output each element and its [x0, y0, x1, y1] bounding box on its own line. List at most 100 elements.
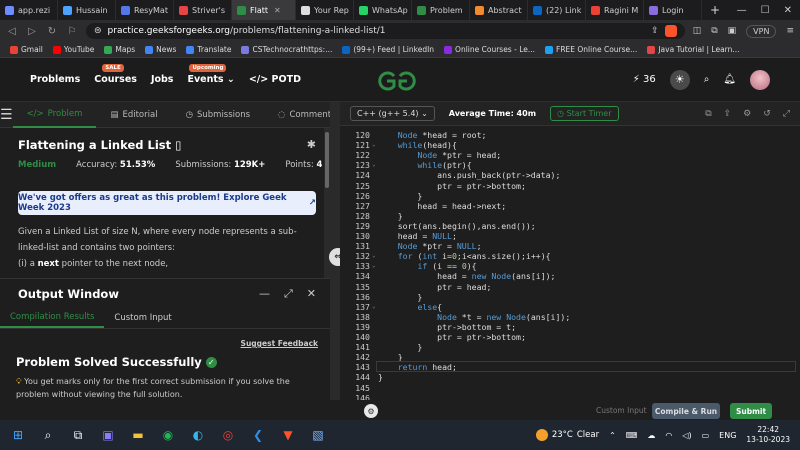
browser-tab[interactable]: Problem: [412, 0, 470, 20]
tab-compilation-results[interactable]: Compilation Results: [0, 307, 105, 328]
new-tab-button[interactable]: +: [702, 3, 728, 17]
minimize-icon[interactable]: —: [259, 287, 270, 301]
browser-tab[interactable]: Your Rep: [296, 0, 354, 20]
theme-toggle-icon[interactable]: ☀: [669, 69, 690, 90]
avatar[interactable]: [750, 69, 770, 90]
nav-courses[interactable]: SALE Courses: [94, 64, 137, 85]
copy-icon[interactable]: ⧉: [705, 109, 711, 119]
vscode-icon[interactable]: ❮: [250, 427, 266, 443]
back-icon[interactable]: ◁: [6, 26, 18, 37]
folder-icon[interactable]: ▬: [130, 427, 146, 443]
forward-icon[interactable]: ▷: [26, 26, 38, 37]
volume-icon[interactable]: ◁): [682, 431, 691, 440]
browser-tab[interactable]: Hussain: [58, 0, 116, 20]
bookmark-item[interactable]: CSTechnocrathttps:...: [241, 45, 332, 54]
chrome-icon[interactable]: ◎: [220, 427, 236, 443]
scrollbar-thumb[interactable]: [325, 132, 329, 188]
settings-icon[interactable]: ⚙: [743, 109, 751, 119]
fold-chevron-icon[interactable]: ⌄: [372, 252, 376, 259]
compile-run-button[interactable]: Compile & Run: [652, 403, 720, 419]
browser-tab[interactable]: WhatsAp: [354, 0, 412, 20]
search-icon[interactable]: ⌕: [40, 427, 56, 443]
bookmark-item[interactable]: FREE Online Course...: [545, 45, 637, 54]
bookmark-icon[interactable]: ⚐: [66, 26, 78, 37]
fold-chevron-icon[interactable]: ⌄: [372, 161, 376, 168]
language-select[interactable]: C++ (g++ 5.4) ⌄: [350, 106, 435, 121]
video-call-icon[interactable]: ▣: [100, 427, 116, 443]
browser-tab[interactable]: Abstract: [470, 0, 528, 20]
bookmark-item[interactable]: (99+) Feed | LinkedIn: [342, 45, 434, 54]
bookmark-item[interactable]: Online Courses - Le...: [444, 45, 535, 54]
reload-icon[interactable]: ↻: [46, 26, 58, 37]
close-window-icon[interactable]: ✕: [784, 5, 792, 16]
start-timer-button[interactable]: ◷ Start Timer: [550, 106, 619, 121]
code-area[interactable]: 120 Node *head = root; 121 ⌄ while(head){1…: [340, 128, 800, 403]
site-info-icon[interactable]: ⊜: [94, 26, 102, 36]
windows-start-icon[interactable]: ⊞: [10, 427, 26, 443]
wallet-icon[interactable]: ▣: [728, 26, 737, 36]
browser-tab[interactable]: ResyMat: [116, 0, 174, 20]
tab-custom-input[interactable]: Custom Input: [104, 307, 181, 328]
battery-icon[interactable]: ▭: [702, 431, 710, 440]
reset-icon[interactable]: ↺: [763, 109, 771, 119]
bookmark-item[interactable]: Translate: [186, 45, 231, 54]
browser-tab[interactable]: (22) Link: [528, 0, 586, 20]
nav-potd[interactable]: </> POTD: [249, 74, 301, 85]
maximize-icon[interactable]: ☐: [761, 5, 770, 16]
browser-tab[interactable]: Striver's: [174, 0, 232, 20]
bookmark-outline-icon[interactable]: ▯: [171, 138, 181, 152]
bookmark-item[interactable]: News: [145, 45, 176, 54]
streak[interactable]: ⚡ 36: [633, 74, 656, 85]
cloud-icon[interactable]: ☁: [647, 431, 655, 440]
fullscreen-icon[interactable]: ⤢: [783, 109, 790, 119]
clock[interactable]: 22:42 13-10-2023: [746, 425, 790, 445]
tab-submissions[interactable]: ◷ Submissions: [172, 102, 264, 128]
browser-tab[interactable]: Ragini M: [586, 0, 644, 20]
brave-icon[interactable]: ▼: [280, 427, 296, 443]
task-view-icon[interactable]: ⧉: [70, 427, 86, 443]
offer-banner[interactable]: We've got offers as great as this proble…: [18, 191, 316, 215]
minimize-icon[interactable]: —: [737, 5, 747, 16]
suggest-feedback-link[interactable]: Suggest Feedback: [241, 339, 318, 348]
input-language[interactable]: ENG: [719, 431, 736, 440]
address-bar[interactable]: ⊜ practice.geeksforgeeks.org/problems/fl…: [86, 23, 685, 39]
nav-problems[interactable]: Problems: [30, 74, 80, 85]
vpn-button[interactable]: VPN: [746, 24, 777, 38]
bookmark-item[interactable]: YouTube: [52, 45, 94, 54]
bug-report-icon[interactable]: ✱: [307, 138, 316, 151]
spotify-icon[interactable]: ◉: [160, 427, 176, 443]
gfg-logo-icon[interactable]: [376, 70, 418, 92]
keyboard-icon[interactable]: ⌨: [626, 431, 638, 440]
browser-tab[interactable]: app.rezi: [0, 0, 58, 20]
brave-shield-icon[interactable]: [664, 25, 677, 37]
wifi-icon[interactable]: ◠: [665, 431, 672, 440]
photos-icon[interactable]: ▧: [310, 427, 326, 443]
fold-chevron-icon[interactable]: ⌄: [372, 141, 376, 148]
fold-chevron-icon[interactable]: ⌄: [372, 303, 376, 310]
upload-icon[interactable]: ⇪: [724, 109, 732, 119]
edge-icon[interactable]: ◐: [190, 427, 206, 443]
bookmark-item[interactable]: Gmail: [10, 45, 43, 54]
close-tab-icon[interactable]: ✕: [274, 6, 281, 15]
search-icon[interactable]: ⌕: [704, 74, 710, 85]
bell-icon[interactable]: 🔔︎: [723, 74, 736, 85]
browser-tab[interactable]: Login: [644, 0, 702, 20]
hamburger-icon[interactable]: ☰: [0, 107, 13, 123]
chevron-up-icon[interactable]: ⌃: [609, 431, 616, 440]
submit-button[interactable]: Submit: [730, 403, 772, 419]
expand-icon[interactable]: ⤢: [284, 287, 293, 301]
extensions-icon[interactable]: ⧉: [711, 26, 717, 36]
close-icon[interactable]: ✕: [307, 287, 316, 301]
weather-widget[interactable]: 23°C Clear: [535, 429, 599, 441]
nav-events[interactable]: Upcoming Events ⌄: [187, 64, 235, 85]
custom-input-button[interactable]: Custom Input: [596, 406, 647, 415]
bookmark-item[interactable]: Maps: [104, 45, 135, 54]
nav-jobs[interactable]: Jobs: [151, 74, 174, 85]
browser-tab[interactable]: Flatt ✕: [232, 0, 296, 20]
menu-icon[interactable]: ≡: [786, 26, 794, 36]
editor-settings-icon[interactable]: ⚙: [364, 404, 378, 418]
tab-problem[interactable]: </> Problem: [12, 102, 97, 128]
sidebar-toggle-icon[interactable]: ◫: [693, 26, 702, 36]
fold-chevron-icon[interactable]: ⌄: [372, 262, 376, 269]
share-icon[interactable]: ⇪: [651, 26, 659, 36]
